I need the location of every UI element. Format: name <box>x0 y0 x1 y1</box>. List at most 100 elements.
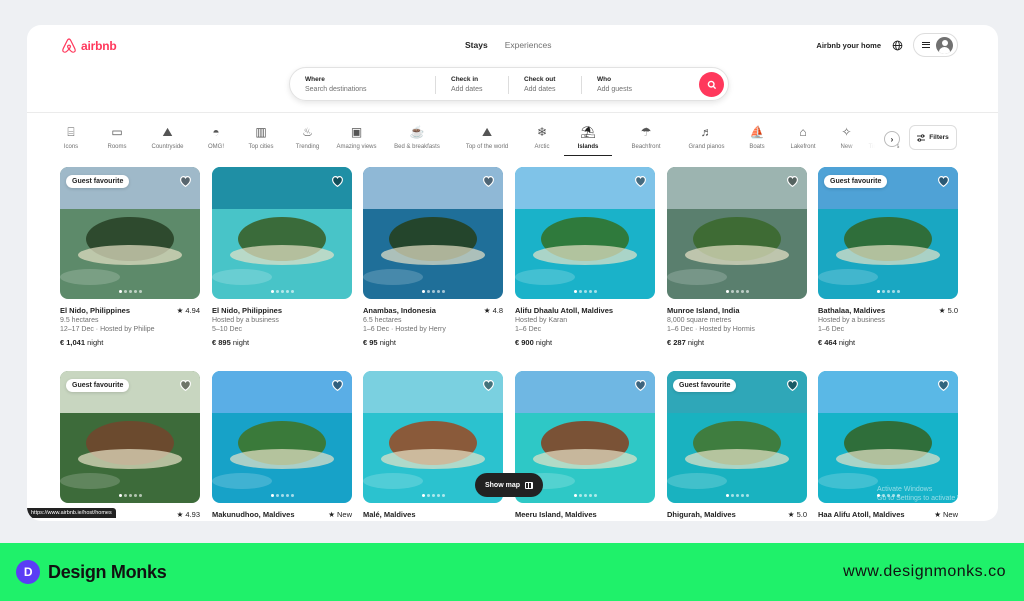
heart-icon[interactable] <box>482 379 495 392</box>
category-rooms[interactable]: ▭ Rooms <box>95 124 139 154</box>
listing-card[interactable]: Munroe Island, India 8,000 square metres 1… <box>667 167 807 347</box>
heart-icon[interactable] <box>179 175 192 188</box>
bed-icon: ▭ <box>111 125 123 139</box>
listing-card[interactable]: Alifu Dhaalu Atoll, Maldives Hosted by Ka… <box>515 167 655 347</box>
category-top-cities[interactable]: ▥ Top cities <box>236 124 286 154</box>
footer-brand-name: Design Monks <box>48 561 167 582</box>
user-menu-button[interactable] <box>913 33 958 57</box>
listing-photo[interactable] <box>212 371 352 503</box>
listing-card[interactable]: Guest favourite Dhigurah, Maldives ★ 5.0 <box>667 371 807 519</box>
listing-rating: ★ 5.0 <box>938 306 958 315</box>
user-nav: Airbnb your home <box>816 33 958 57</box>
globe-icon[interactable] <box>891 39 903 51</box>
listing-dates: 1–6 Dec · Hosted by Hormis <box>667 326 755 333</box>
category-label: Beachfront <box>631 144 661 150</box>
listing-photo[interactable] <box>667 167 807 299</box>
category-icons[interactable]: ⌸ Icons <box>47 124 95 154</box>
search-checkin[interactable]: Check in Add dates <box>436 68 509 100</box>
carousel-dots <box>212 494 352 497</box>
category-omg[interactable]: ◓ OMG! <box>196 124 236 154</box>
show-map-button[interactable]: Show map <box>475 473 543 497</box>
price-unit: night <box>379 338 396 347</box>
where-input[interactable]: Search destinations <box>305 86 436 93</box>
airbnb-your-home-link[interactable]: Airbnb your home <box>816 41 881 50</box>
chevron-right-icon[interactable]: › <box>884 131 900 147</box>
design-monks-logo: D Design Monks <box>16 560 167 584</box>
listing-card[interactable]: El Nido, Philippines Hosted by a business… <box>212 167 352 347</box>
checkout-value: Add dates <box>524 86 556 93</box>
listing-photo[interactable]: Guest favourite <box>60 371 200 503</box>
listing-photo[interactable] <box>818 371 958 503</box>
guest-favourite-badge: Guest favourite <box>824 175 888 188</box>
listing-photo[interactable]: Guest favourite <box>60 167 200 299</box>
tab-stays[interactable]: Stays <box>465 40 488 50</box>
listing-photo[interactable] <box>363 167 503 299</box>
price-unit: night <box>687 338 705 347</box>
search-checkout[interactable]: Check out Add dates <box>509 68 582 100</box>
listing-detail: Hosted by Karan <box>515 317 568 324</box>
price-amount: € 287 <box>667 338 686 347</box>
design-monks-logo-icon: D <box>16 560 40 584</box>
heart-icon[interactable] <box>786 175 799 188</box>
os-watermark: Activate Windows Go to Settings to activ… <box>877 485 988 503</box>
listing-card[interactable]: Malé, Maldives <box>363 371 503 519</box>
listing-rating: ★ New <box>328 510 352 519</box>
heart-icon[interactable] <box>937 379 950 392</box>
heart-icon[interactable] <box>331 379 344 392</box>
listing-title: Alifu Dhaalu Atoll, Maldives <box>515 306 614 315</box>
listing-price: € 895 night <box>212 338 352 347</box>
listing-photo[interactable] <box>515 167 655 299</box>
listing-detail: 6.5 hectares <box>363 317 402 324</box>
search-button[interactable] <box>699 72 724 97</box>
category-grand-pianos[interactable]: ♬ Grand pianos <box>676 124 737 154</box>
checkin-label: Check in <box>451 76 479 83</box>
heart-icon[interactable] <box>179 379 192 392</box>
search-where[interactable]: Where Search destinations <box>290 68 436 100</box>
category-label: Trending <box>295 144 320 150</box>
top-nav: Stays Experiences <box>465 40 551 50</box>
checkin-value: Add dates <box>451 86 483 93</box>
listing-card[interactable]: Guest favourite El Nido, Philippines ★ 4.9… <box>60 167 200 347</box>
filters-button[interactable]: Filters <box>909 125 957 150</box>
listing-card[interactable]: Guest favourite Bathalaa, Maldives ★ 5.0 Ho… <box>818 167 958 347</box>
piano-icon: ♬ <box>700 125 713 139</box>
category-arctic[interactable]: ❄ Arctic <box>524 124 560 154</box>
who-label: Who <box>597 76 612 83</box>
category-boats[interactable]: ⛵ Boats <box>737 124 777 154</box>
listing-title: Dhigurah, Maldives <box>667 510 736 519</box>
heart-icon[interactable] <box>937 175 950 188</box>
listing-card[interactable]: Anambas, Indonesia ★ 4.8 6.5 hectares 1–6 D… <box>363 167 503 347</box>
category-amazing-views[interactable]: ▣ Amazing views <box>329 124 384 154</box>
listing-title: Anambas, Indonesia <box>363 306 436 315</box>
category-label: Boats <box>749 144 765 150</box>
listing-photo[interactable]: Guest favourite <box>667 371 807 503</box>
category-bed-breakfasts[interactable]: ☕ Bed & breakfasts <box>384 124 450 154</box>
category-top-of-the-world[interactable]: ⛰ Top of the world <box>450 124 524 154</box>
listing-rating: ★ 4.93 <box>176 510 200 519</box>
heart-icon[interactable] <box>634 175 647 188</box>
heart-icon[interactable] <box>482 175 495 188</box>
listing-card[interactable]: Makunudhoo, Maldives ★ New <box>212 371 352 519</box>
tab-experiences[interactable]: Experiences <box>505 40 552 50</box>
airbnb-window: airbnb Stays Experiences Airbnb your hom… <box>27 25 998 521</box>
heart-icon[interactable] <box>331 175 344 188</box>
listing-title: Munroe Island, India <box>667 306 740 315</box>
category-islands[interactable]: ⛱ Islands <box>560 124 616 156</box>
search-who[interactable]: Who Add guests <box>582 68 682 100</box>
heart-icon[interactable] <box>786 379 799 392</box>
listing-card[interactable]: Guest favouriteThailand★ 4.93 <box>60 371 200 519</box>
category-label: Bed & breakfasts <box>394 144 440 150</box>
airbnb-logo[interactable]: airbnb <box>61 37 117 54</box>
filters-icon <box>917 133 926 142</box>
category-label: Top of the world <box>465 144 509 150</box>
brand-name: airbnb <box>81 38 117 53</box>
category-countryside[interactable]: ⛰ Countryside <box>139 124 196 154</box>
listing-photo[interactable]: Guest favourite <box>818 167 958 299</box>
listing-photo[interactable] <box>212 167 352 299</box>
views-icon: ▣ <box>350 125 363 139</box>
category-beachfront[interactable]: ☂ Beachfront <box>616 124 676 154</box>
listing-card[interactable]: Meeru Island, Maldives <box>515 371 655 519</box>
category-lakefront[interactable]: ⌂ Lakefront <box>777 124 829 154</box>
heart-icon[interactable] <box>634 379 647 392</box>
category-trending[interactable]: ♨ Trending <box>286 124 329 154</box>
